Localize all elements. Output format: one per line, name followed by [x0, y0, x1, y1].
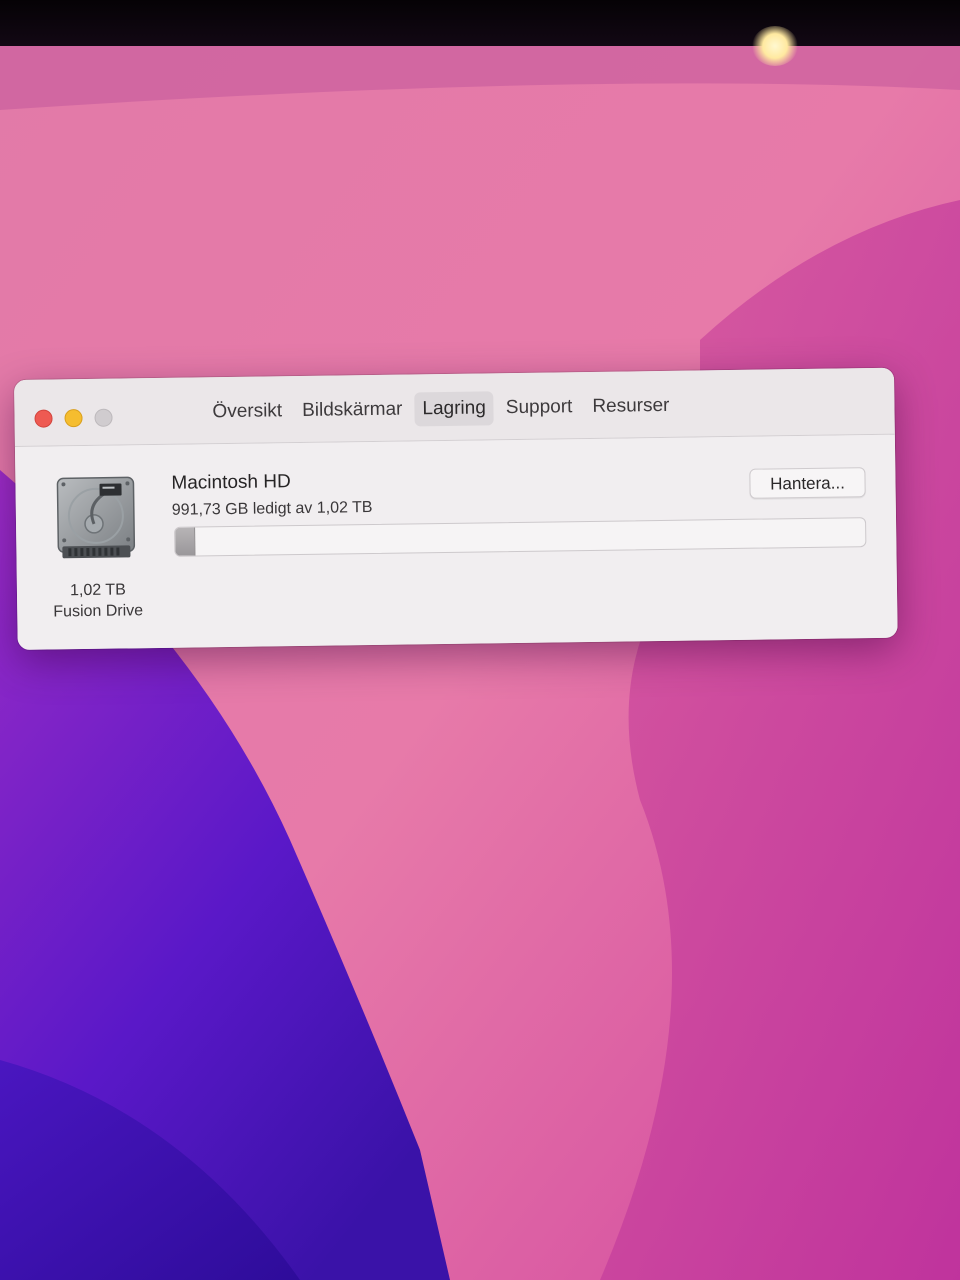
zoom-window-button — [94, 408, 113, 427]
tab-support[interactable]: Support — [498, 390, 581, 425]
tab-bildskarmar[interactable]: Bildskärmar — [294, 392, 411, 428]
storage-panel: 1,02 TB Fusion Drive Macintosh HD 991,73… — [14, 434, 898, 650]
light-glare — [752, 26, 798, 66]
disk-type-label: Fusion Drive — [53, 602, 144, 621]
manage-button[interactable]: Hantera... — [749, 467, 866, 499]
used-space-segment — [175, 527, 196, 556]
tab-lagring[interactable]: Lagring — [414, 391, 495, 427]
tab-oversikt[interactable]: Översikt — [204, 394, 290, 429]
title-bar: Översikt Bildskärmar Lagring Support Res… — [14, 367, 895, 447]
about-this-mac-window: Översikt Bildskärmar Lagring Support Res… — [14, 367, 898, 650]
tab-resurser[interactable]: Resurser — [584, 389, 678, 424]
minimize-window-button[interactable] — [64, 409, 83, 428]
storage-usage-bar — [174, 517, 867, 557]
free-space-text: 991,73 GB ledigt av 1,02 TB — [171, 499, 373, 519]
close-window-button[interactable] — [34, 409, 53, 428]
hard-drive-icon — [56, 476, 136, 559]
screen-bezel — [0, 0, 960, 46]
tab-bar: Översikt Bildskärmar Lagring Support Res… — [204, 389, 677, 430]
volume-name: Macintosh HD — [171, 471, 291, 494]
disk-capacity-label: 1,02 TB — [69, 581, 126, 600]
